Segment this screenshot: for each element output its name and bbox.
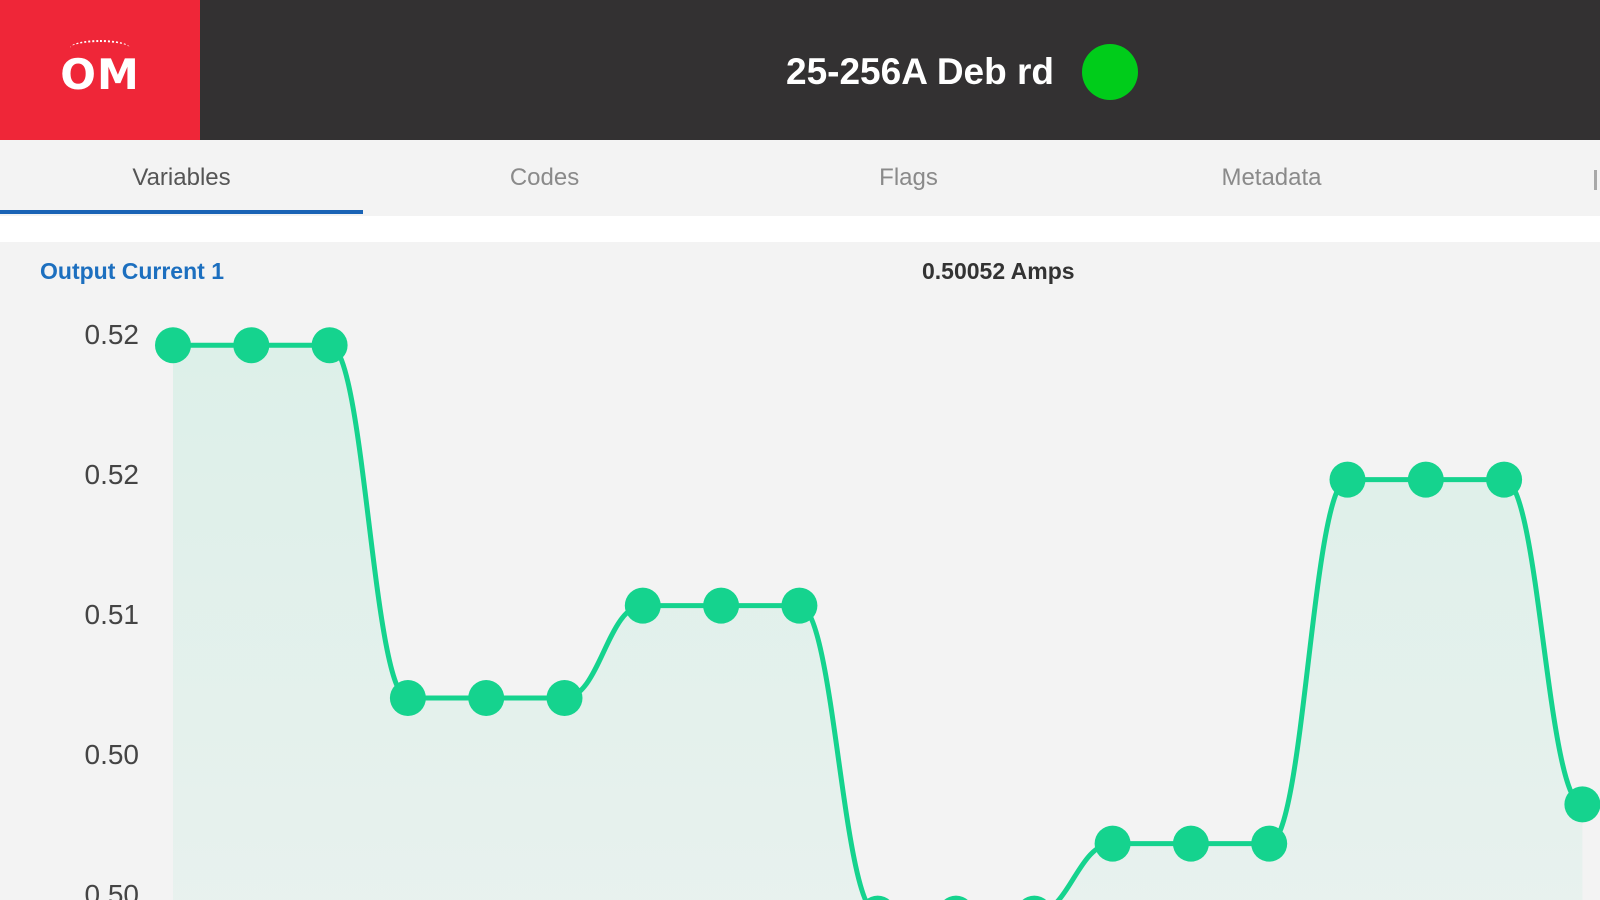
chart-point-15[interactable] [1329, 461, 1366, 498]
chart-point-6[interactable] [624, 587, 661, 624]
chart-point-13[interactable] [1172, 825, 1209, 862]
y-tick-label: 0.52 [85, 319, 140, 350]
chart-point-17[interactable] [1486, 461, 1523, 498]
y-tick-label: 0.51 [85, 599, 140, 630]
y-tick-label: 0.50 [85, 739, 140, 770]
chart-point-8[interactable] [781, 587, 818, 624]
chart-point-1[interactable] [233, 327, 270, 364]
y-axis: 0.52 0.52 0.51 0.50 0.50 [85, 319, 140, 900]
chart-point-10[interactable] [938, 895, 974, 900]
chart-point-5[interactable] [546, 680, 583, 716]
chart-point-4[interactable] [468, 680, 505, 716]
chart-point-18[interactable] [1564, 786, 1600, 823]
y-tick-label: 0.50 [85, 879, 140, 900]
chart-point-12[interactable] [1094, 825, 1131, 862]
chart-point-14[interactable] [1251, 825, 1288, 862]
app-root: OM 25-256A Deb rd Variables Codes Flags … [0, 0, 1600, 900]
y-tick-label: 0.52 [85, 459, 140, 490]
chart-point-11[interactable] [1016, 895, 1052, 900]
output-current-chart[interactable]: 0.52 0.52 0.51 0.50 0.50 [0, 0, 1600, 900]
chart-point-2[interactable] [311, 327, 348, 364]
chart-point-7[interactable] [703, 587, 740, 624]
chart-point-3[interactable] [389, 680, 426, 716]
chart-point-16[interactable] [1407, 461, 1444, 498]
chart-point-0[interactable] [155, 327, 191, 364]
